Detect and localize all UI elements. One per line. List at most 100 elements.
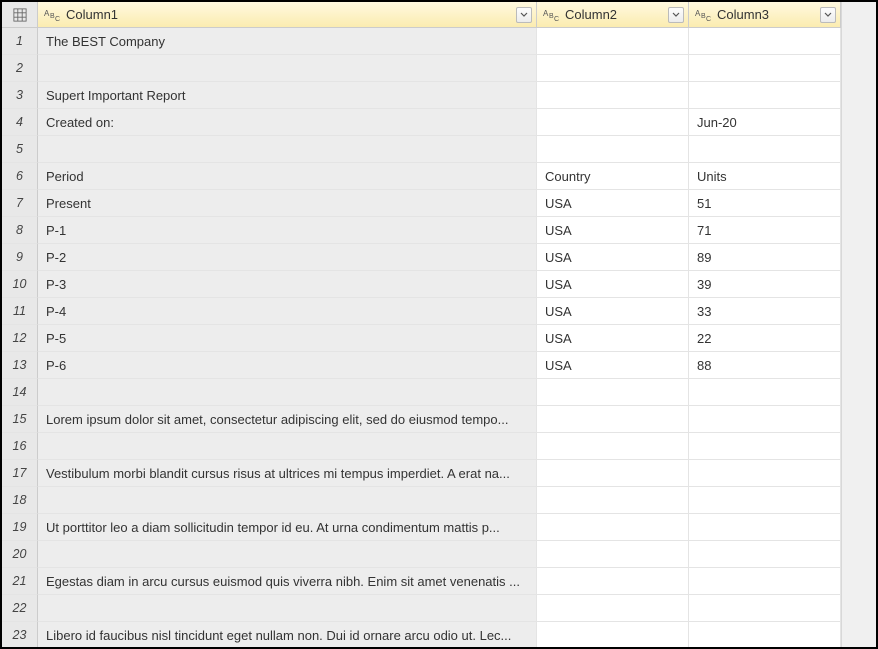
table-cell[interactable] xyxy=(38,379,537,406)
table-cell[interactable]: P-4 xyxy=(38,298,537,325)
column-type-indicator[interactable]: ABC xyxy=(44,8,62,22)
table-cell[interactable]: USA xyxy=(537,352,689,379)
row-header[interactable]: 13 xyxy=(2,352,38,379)
table-cell[interactable] xyxy=(689,460,841,487)
table-cell[interactable] xyxy=(537,433,689,460)
column-header-2[interactable]: ABCColumn2 xyxy=(537,2,689,28)
table-cell[interactable]: USA xyxy=(537,217,689,244)
table-cell[interactable] xyxy=(689,541,841,568)
table-cell[interactable]: Units xyxy=(689,163,841,190)
table-cell[interactable]: 89 xyxy=(689,244,841,271)
table-cell[interactable] xyxy=(689,136,841,163)
row-header[interactable]: 17 xyxy=(2,460,38,487)
table-cell[interactable] xyxy=(689,406,841,433)
row-header[interactable]: 5 xyxy=(2,136,38,163)
row-header[interactable]: 1 xyxy=(2,28,38,55)
row-header[interactable]: 20 xyxy=(2,541,38,568)
table-cell[interactable]: Ut porttitor leo a diam sollicitudin tem… xyxy=(38,514,537,541)
column-filter-button[interactable] xyxy=(820,7,836,23)
row-header[interactable]: 7 xyxy=(2,190,38,217)
row-header[interactable]: 3 xyxy=(2,82,38,109)
table-cell[interactable]: 71 xyxy=(689,217,841,244)
table-cell[interactable] xyxy=(537,541,689,568)
table-cell[interactable] xyxy=(537,379,689,406)
table-corner[interactable] xyxy=(2,2,38,28)
table-cell[interactable] xyxy=(689,433,841,460)
row-header[interactable]: 19 xyxy=(2,514,38,541)
table-cell[interactable]: P-3 xyxy=(38,271,537,298)
table-cell[interactable]: 33 xyxy=(689,298,841,325)
row-header[interactable]: 6 xyxy=(2,163,38,190)
table-cell[interactable] xyxy=(537,109,689,136)
table-cell[interactable]: P-5 xyxy=(38,325,537,352)
table-cell[interactable] xyxy=(537,568,689,595)
table-cell[interactable]: P-1 xyxy=(38,217,537,244)
row-header[interactable]: 8 xyxy=(2,217,38,244)
table-cell[interactable] xyxy=(689,55,841,82)
table-cell[interactable] xyxy=(537,622,689,647)
row-header[interactable]: 16 xyxy=(2,433,38,460)
table-cell[interactable]: Supert Important Report xyxy=(38,82,537,109)
table-cell[interactable]: 39 xyxy=(689,271,841,298)
table-cell[interactable]: USA xyxy=(537,190,689,217)
vertical-scrollbar-gutter[interactable] xyxy=(841,2,876,647)
table-cell[interactable]: 51 xyxy=(689,190,841,217)
table-cell[interactable] xyxy=(689,622,841,647)
row-header[interactable]: 12 xyxy=(2,325,38,352)
table-cell[interactable] xyxy=(537,82,689,109)
column-type-indicator[interactable]: ABC xyxy=(543,8,561,22)
row-header[interactable]: 2 xyxy=(2,55,38,82)
column-type-indicator[interactable]: ABC xyxy=(695,8,713,22)
column-filter-button[interactable] xyxy=(516,7,532,23)
row-header[interactable]: 21 xyxy=(2,568,38,595)
table-cell[interactable] xyxy=(537,460,689,487)
table-cell[interactable] xyxy=(38,541,537,568)
table-cell[interactable]: Libero id faucibus nisl tincidunt eget n… xyxy=(38,622,537,647)
table-cell[interactable]: 22 xyxy=(689,325,841,352)
table-cell[interactable] xyxy=(38,136,537,163)
table-cell[interactable] xyxy=(689,379,841,406)
row-header[interactable]: 10 xyxy=(2,271,38,298)
table-cell[interactable] xyxy=(537,514,689,541)
table-cell[interactable] xyxy=(689,28,841,55)
table-cell[interactable] xyxy=(38,595,537,622)
column-header-3[interactable]: ABCColumn3 xyxy=(689,2,841,28)
row-header[interactable]: 18 xyxy=(2,487,38,514)
table-cell[interactable]: USA xyxy=(537,298,689,325)
table-cell[interactable]: Lorem ipsum dolor sit amet, consectetur … xyxy=(38,406,537,433)
table-cell[interactable]: Created on: xyxy=(38,109,537,136)
table-cell[interactable]: The BEST Company xyxy=(38,28,537,55)
table-cell[interactable] xyxy=(537,487,689,514)
table-cell[interactable] xyxy=(537,406,689,433)
table-cell[interactable] xyxy=(537,28,689,55)
row-header[interactable]: 22 xyxy=(2,595,38,622)
table-cell[interactable]: P-2 xyxy=(38,244,537,271)
table-cell[interactable] xyxy=(689,595,841,622)
table-cell[interactable] xyxy=(537,55,689,82)
table-cell[interactable] xyxy=(38,55,537,82)
column-header-1[interactable]: ABCColumn1 xyxy=(38,2,537,28)
row-header[interactable]: 4 xyxy=(2,109,38,136)
table-cell[interactable] xyxy=(537,595,689,622)
column-filter-button[interactable] xyxy=(668,7,684,23)
table-cell[interactable] xyxy=(689,487,841,514)
table-cell[interactable] xyxy=(689,82,841,109)
row-header[interactable]: 15 xyxy=(2,406,38,433)
table-cell[interactable]: Present xyxy=(38,190,537,217)
table-cell[interactable] xyxy=(689,568,841,595)
table-cell[interactable] xyxy=(38,487,537,514)
table-cell[interactable] xyxy=(689,514,841,541)
table-cell[interactable]: 88 xyxy=(689,352,841,379)
table-cell[interactable]: Period xyxy=(38,163,537,190)
row-header[interactable]: 11 xyxy=(2,298,38,325)
row-header[interactable]: 9 xyxy=(2,244,38,271)
table-cell[interactable] xyxy=(38,433,537,460)
row-header[interactable]: 23 xyxy=(2,622,38,647)
table-cell[interactable]: Egestas diam in arcu cursus euismod quis… xyxy=(38,568,537,595)
table-cell[interactable]: Vestibulum morbi blandit cursus risus at… xyxy=(38,460,537,487)
table-cell[interactable]: Country xyxy=(537,163,689,190)
table-cell[interactable] xyxy=(537,136,689,163)
table-cell[interactable]: USA xyxy=(537,244,689,271)
table-cell[interactable]: Jun-20 xyxy=(689,109,841,136)
table-cell[interactable]: USA xyxy=(537,271,689,298)
